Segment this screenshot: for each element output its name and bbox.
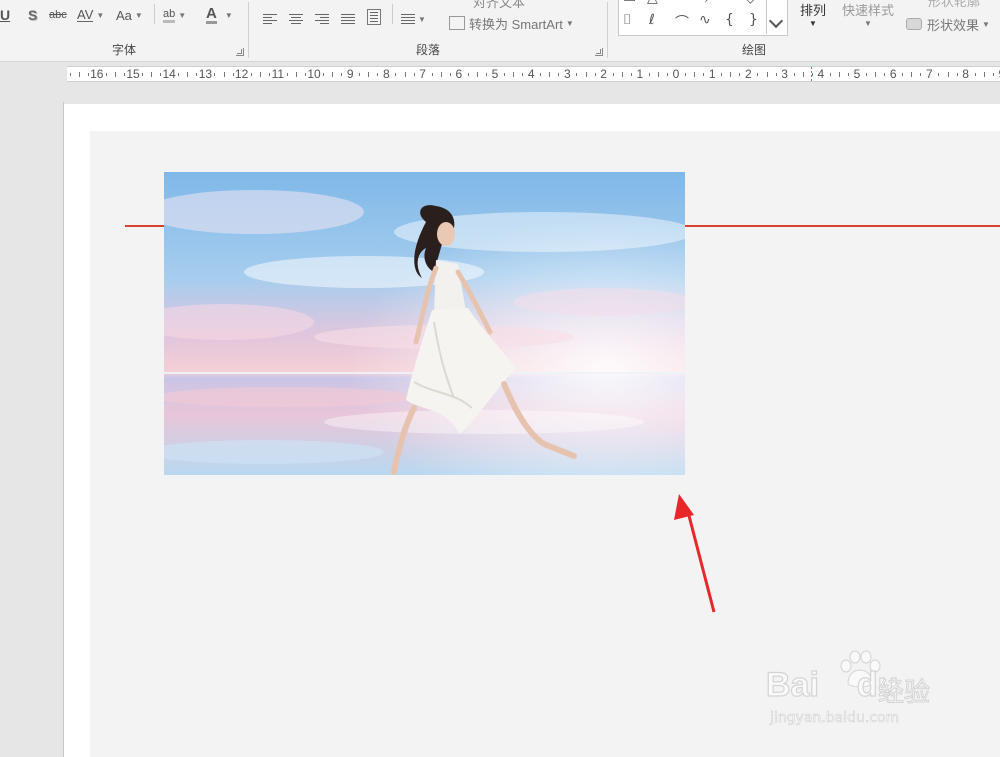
watermark-logo: Bai [765,665,819,704]
watermark-url: jingyan.baidu.com [770,710,900,727]
red-arrow-annotation [674,494,716,613]
baidu-jingyan-watermark: Bai du 经验 jingyan.baidu.com [765,650,946,730]
watermark-logo-cn: 经验 [877,678,931,709]
